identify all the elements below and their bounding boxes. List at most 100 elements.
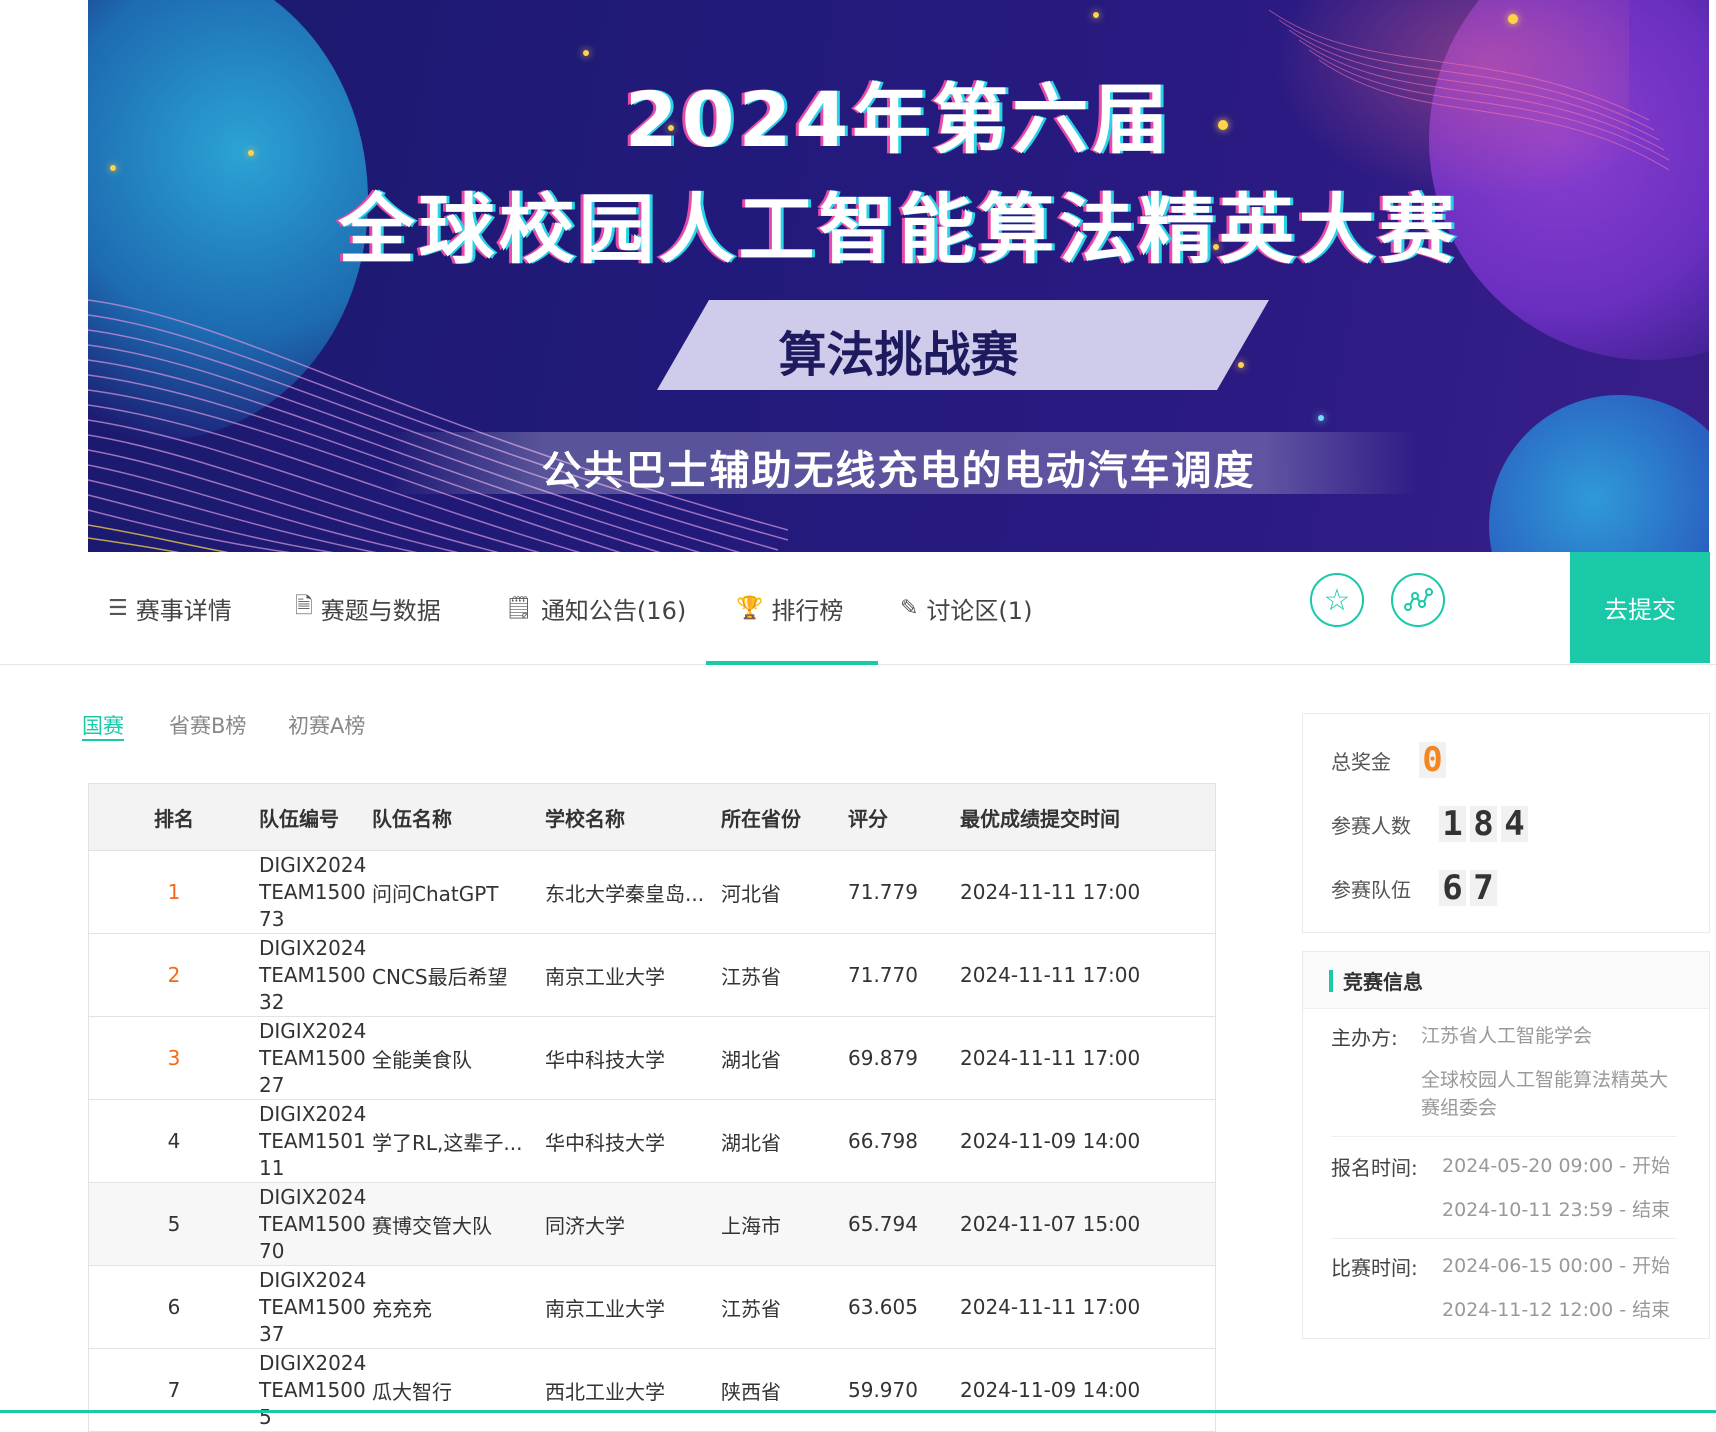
stat-digit: 4: [1501, 804, 1528, 844]
info-card-header: 竞赛信息: [1303, 952, 1709, 1009]
contest-time-label: 比赛时间:: [1331, 1256, 1418, 1280]
banner-wave-lines: [88, 299, 788, 552]
score-cell: 63.605: [848, 1295, 918, 1319]
submit-time-cell: 2024-11-11 17:00: [960, 963, 1141, 987]
rank-cell: 3: [167, 1046, 181, 1070]
favorite-button[interactable]: ☆: [1310, 573, 1364, 627]
organizer-value: 江苏省人工智能学会: [1421, 1025, 1593, 1047]
school-cell: 东北大学秦皇岛...: [545, 881, 705, 906]
school-cell: 华中科技大学: [545, 1130, 665, 1155]
score-cell: 59.970: [848, 1378, 918, 1402]
school-cell: 西北工业大学: [545, 1379, 665, 1404]
header-school: 学校名称: [545, 806, 625, 831]
team-id-cell: DIGIX2024TEAM150027: [259, 1018, 367, 1097]
signup-start: 2024-05-20 09:00 - 开始: [1442, 1155, 1671, 1177]
team-name-cell: 瓜大智行: [372, 1379, 452, 1404]
prize-value: 0: [1419, 740, 1450, 780]
team-name-cell: 学了RL,这辈子...: [372, 1130, 523, 1155]
stat-digit: 6: [1439, 868, 1466, 908]
score-cell: 71.779: [848, 880, 918, 904]
contest-end: 2024-11-12 12:00 - 结束: [1442, 1299, 1671, 1321]
team-id-cell: DIGIX2024TEAM150037: [259, 1267, 367, 1346]
table-row: 5 DIGIX2024TEAM150070 赛博交管大队 同济大学 上海市 65…: [89, 1183, 1215, 1266]
rank-cell: 1: [167, 880, 181, 904]
competition-info-card: 竞赛信息 主办方: 江苏省人工智能学会 全球校园人工智能算法精英大赛组委会 报名…: [1302, 951, 1710, 1339]
score-cell: 65.794: [848, 1212, 918, 1236]
score-cell: 66.798: [848, 1129, 918, 1153]
teams-value: 67: [1439, 868, 1501, 908]
school-cell: 南京工业大学: [545, 1296, 665, 1321]
school-cell: 南京工业大学: [545, 964, 665, 989]
submit-time-cell: 2024-11-11 17:00: [960, 1295, 1141, 1319]
header-accent-bar: [1329, 970, 1333, 992]
organizer-label: 主办方:: [1331, 1026, 1398, 1050]
submit-time-cell: 2024-11-09 14:00: [960, 1129, 1141, 1153]
table-row: 3 DIGIX2024TEAM150027 全能美食队 华中科技大学 湖北省 6…: [89, 1017, 1215, 1100]
subtab-provincial-b[interactable]: 省赛B榜: [169, 710, 246, 740]
province-cell: 湖北省: [721, 1130, 781, 1155]
participants-stat: 参赛人数 184: [1331, 804, 1532, 844]
tab-problem-data[interactable]: 🗎 赛题与数据: [295, 552, 441, 664]
tab-label: 赛题与数据: [320, 596, 441, 625]
tab-discussion[interactable]: ✎ 讨论区(1): [900, 552, 1032, 664]
team-id-cell: DIGIX2024TEAM150070: [259, 1184, 367, 1263]
submit-button[interactable]: 去提交: [1570, 552, 1710, 663]
prize-stat: 总奖金 0: [1331, 740, 1450, 780]
header-score: 评分: [848, 806, 888, 831]
banner-subtitle: 算法挑战赛: [778, 327, 1019, 383]
subtab-national[interactable]: 国赛: [82, 710, 124, 740]
info-divider: [1331, 1136, 1677, 1137]
contest-start: 2024-06-15 00:00 - 开始: [1442, 1255, 1671, 1277]
school-cell: 同济大学: [545, 1213, 625, 1238]
tab-label: 讨论区(1): [926, 596, 1033, 625]
share-icon: [1404, 588, 1433, 611]
organizer-value: 全球校园人工智能算法精英大赛组委会: [1421, 1069, 1669, 1119]
info-card-title: 竞赛信息: [1343, 970, 1423, 994]
table-row: 6 DIGIX2024TEAM150037 充充充 南京工业大学 江苏省 63.…: [89, 1266, 1215, 1349]
rank-cell: 7: [167, 1378, 181, 1402]
team-id-cell: DIGIX2024TEAM15005: [259, 1350, 367, 1429]
teams-stat: 参赛队伍 67: [1331, 868, 1501, 908]
teams-label: 参赛队伍: [1331, 877, 1411, 902]
tab-leaderboard[interactable]: 🏆 排行榜: [705, 552, 879, 665]
header-team-name: 队伍名称: [372, 806, 452, 831]
team-name-cell: 问问ChatGPT: [372, 881, 499, 906]
score-cell: 69.879: [848, 1046, 918, 1070]
banner-topic: 公共巴士辅助无线充电的电动汽车调度: [541, 448, 1256, 494]
star-icon: ☆: [1323, 582, 1351, 618]
leaderboard-table: 排名 队伍编号 队伍名称 学校名称 所在省份 评分 最优成绩提交时间 1 DIG…: [88, 783, 1216, 1432]
submit-time-cell: 2024-11-07 15:00: [960, 1212, 1141, 1236]
participants-value: 184: [1439, 804, 1532, 844]
subtab-preliminary-a[interactable]: 初赛A榜: [288, 710, 365, 740]
province-cell: 河北省: [721, 881, 781, 906]
submit-time-cell: 2024-11-11 17:00: [960, 1046, 1141, 1070]
school-cell: 华中科技大学: [545, 1047, 665, 1072]
table-row: 7 DIGIX2024TEAM15005 瓜大智行 西北工业大学 陕西省 59.…: [89, 1349, 1215, 1432]
share-button[interactable]: [1391, 573, 1445, 627]
info-divider: [1331, 1238, 1677, 1239]
table-row: 4 DIGIX2024TEAM150111 学了RL,这辈子... 华中科技大学…: [89, 1100, 1215, 1183]
team-id-cell: DIGIX2024TEAM150111: [259, 1101, 367, 1180]
edit-icon: ✎: [900, 595, 919, 621]
team-name-cell: CNCS最后希望: [372, 964, 508, 989]
header-province: 所在省份: [721, 806, 801, 831]
stat-digit: 1: [1439, 804, 1466, 844]
tab-label: 排行榜: [771, 596, 844, 625]
rank-cell: 6: [167, 1295, 181, 1319]
submit-time-cell: 2024-11-09 14:00: [960, 1378, 1141, 1402]
header-team-id: 队伍编号: [259, 806, 339, 831]
score-cell: 71.770: [848, 963, 918, 987]
table-row: 1 DIGIX2024TEAM150073 问问ChatGPT 东北大学秦皇岛.…: [89, 851, 1215, 934]
table-row: 2 DIGIX2024TEAM150032 CNCS最后希望 南京工业大学 江苏…: [89, 934, 1215, 1017]
team-name-cell: 全能美食队: [372, 1047, 472, 1072]
banner-title-line1: 2024年第六届: [624, 75, 1173, 164]
signup-end: 2024-10-11 23:59 - 结束: [1442, 1199, 1671, 1221]
stats-card: 总奖金 0 参赛人数 184 参赛队伍 67: [1302, 713, 1710, 933]
province-cell: 江苏省: [721, 1296, 781, 1321]
table-header: 排名 队伍编号 队伍名称 学校名称 所在省份 评分 最优成绩提交时间: [89, 784, 1215, 851]
tab-notices[interactable]: 🗒 通知公告(16): [505, 552, 686, 664]
team-name-cell: 赛博交管大队: [372, 1213, 492, 1238]
stat-digit: 7: [1470, 868, 1497, 908]
tab-details[interactable]: ☰ 赛事详情: [108, 552, 232, 664]
header-rank: 排名: [154, 806, 194, 831]
